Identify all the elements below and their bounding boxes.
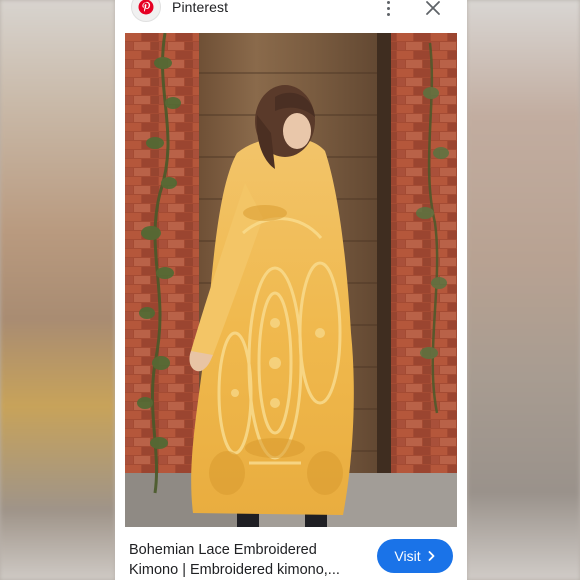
more-vert-icon[interactable] (380, 0, 396, 19)
preview-footer: Bohemian Lace Embroidered Kimono | Embro… (115, 527, 467, 580)
pinterest-icon[interactable] (131, 0, 161, 22)
chevron-right-icon (428, 551, 434, 561)
close-icon[interactable] (424, 0, 442, 17)
left-blur-backdrop (0, 0, 115, 580)
pin-title-line1: Bohemian Lace Embroidered (129, 542, 317, 558)
right-blur-backdrop (467, 0, 580, 580)
product-photo[interactable] (125, 33, 457, 527)
pin-title[interactable]: Bohemian Lace Embroidered Kimono | Embro… (129, 540, 364, 580)
site-name: Pinterest (172, 0, 229, 15)
visit-label: Visit (394, 548, 421, 564)
visit-button[interactable]: Visit (377, 539, 453, 573)
preview-header: Pinterest (115, 0, 467, 33)
pin-title-line2: Kimono | Embroidered kimono,... (129, 562, 340, 578)
image-preview-card: Pinterest Bohemian Lace Embroidered Kimo… (115, 0, 467, 580)
